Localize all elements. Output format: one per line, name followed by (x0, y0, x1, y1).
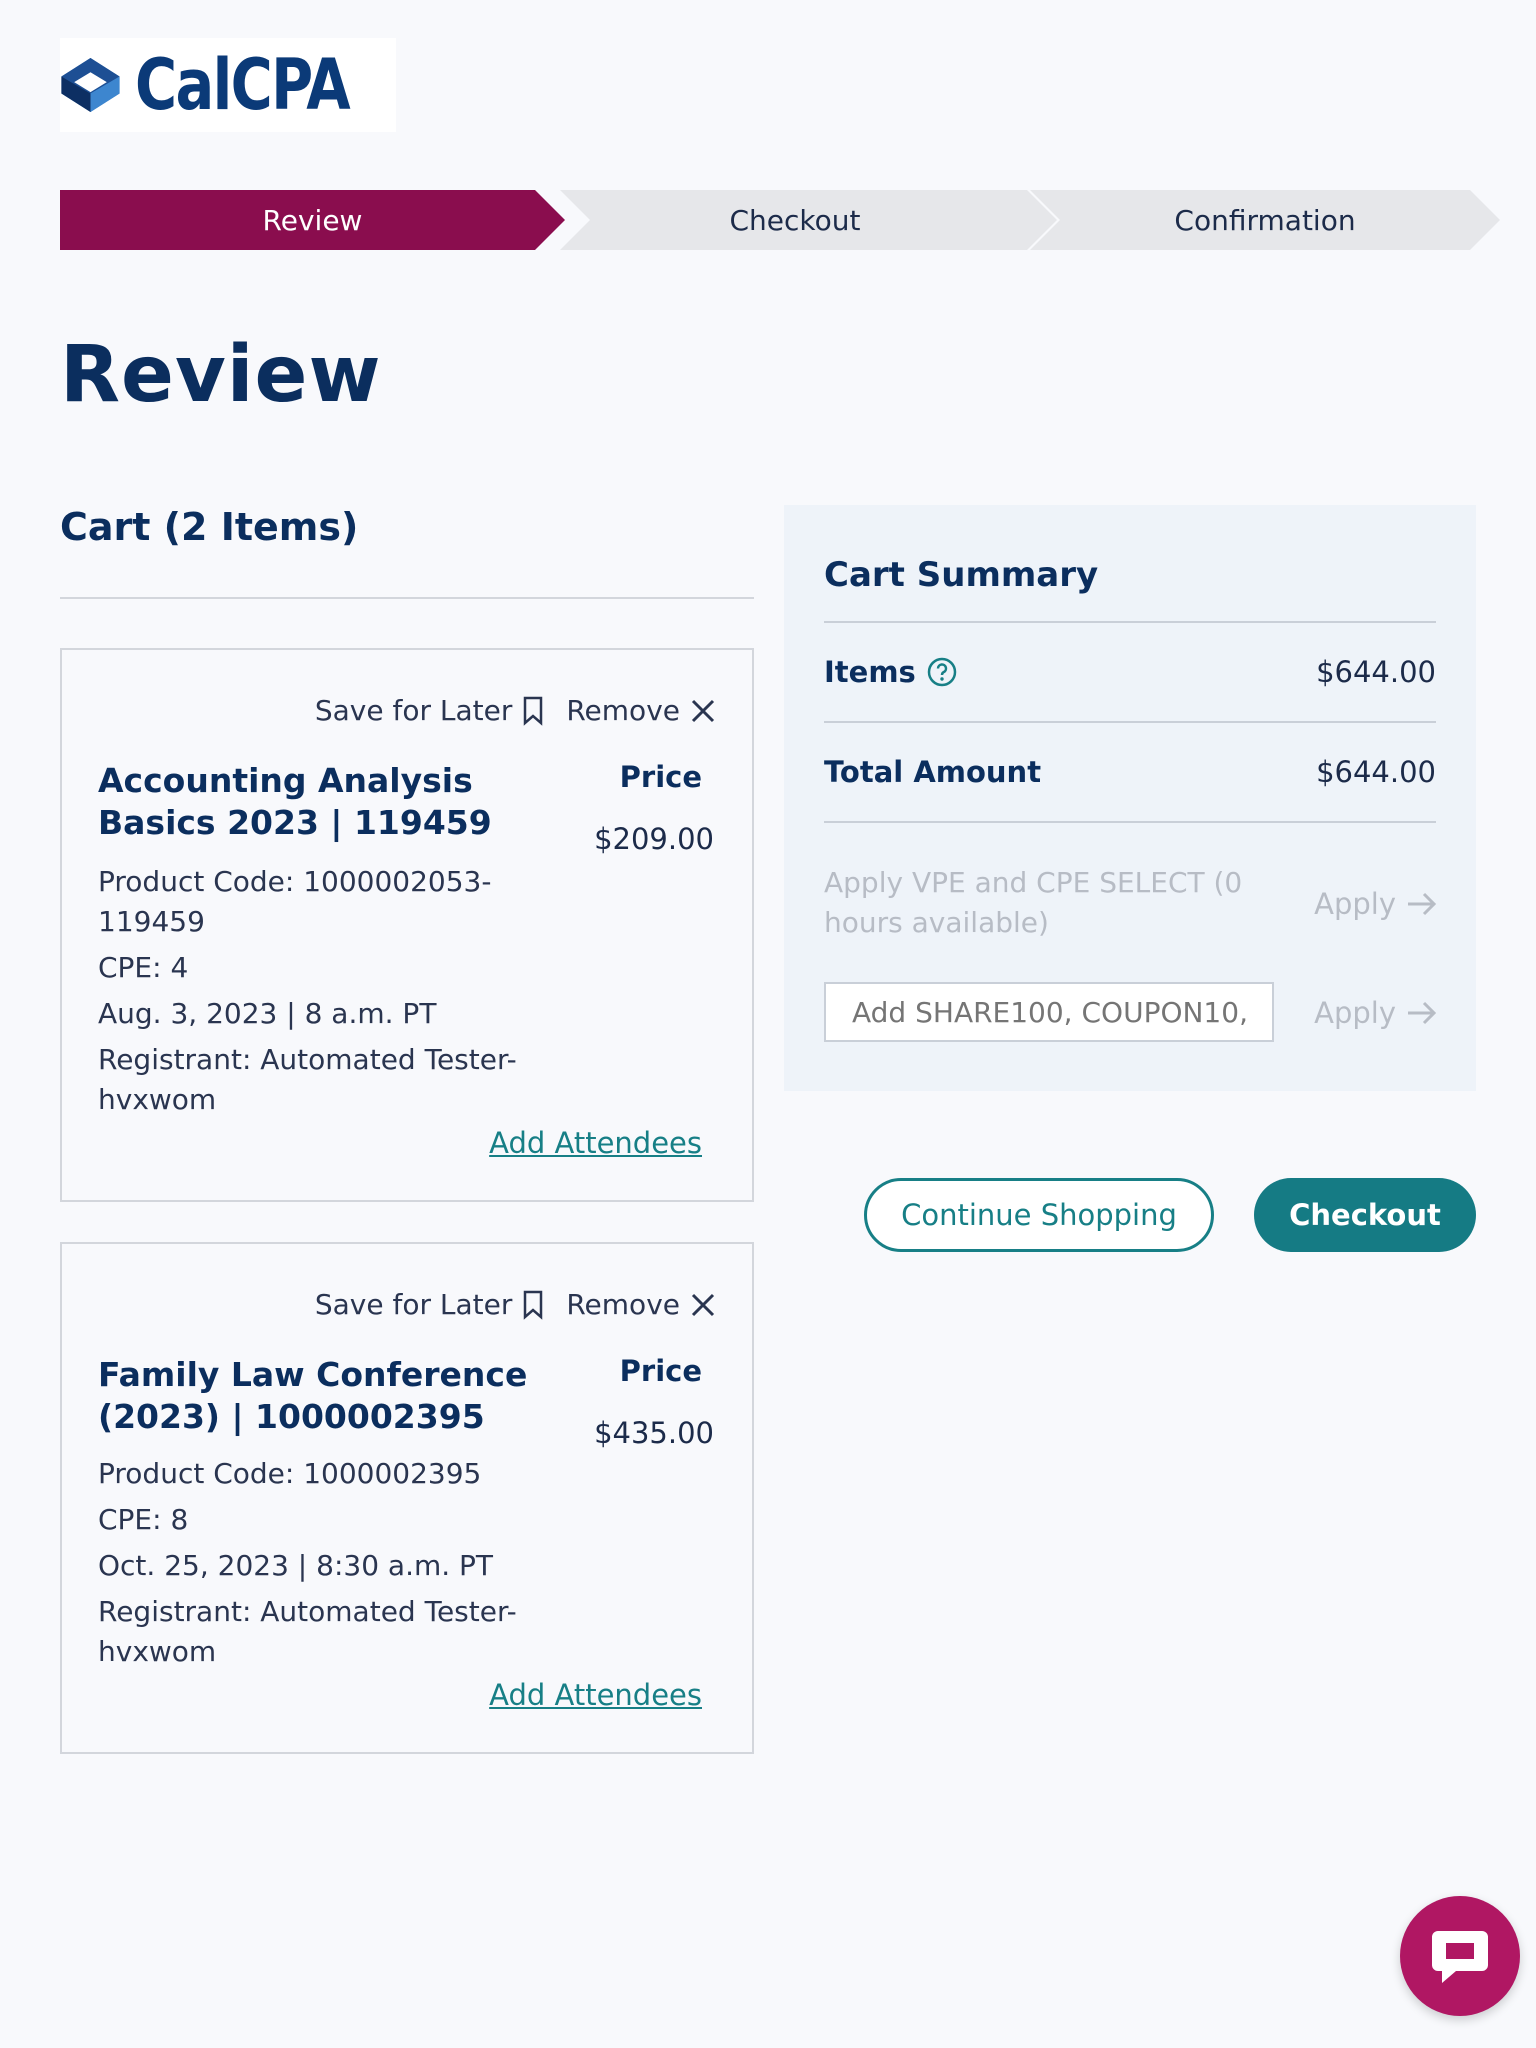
cart-summary-title: Cart Summary (824, 555, 1099, 595)
step-checkout: Checkout (560, 190, 1057, 250)
item-title: Accounting Analysis Basics 2023 | 119459 (98, 761, 492, 842)
cart-heading: Cart (2 Items) (60, 505, 359, 549)
save-for-later-label: Save for Later (314, 694, 513, 727)
event-date: Oct. 25, 2023 | 8:30 a.m. PT (98, 1549, 494, 1582)
item-price: $435.00 (594, 1416, 714, 1450)
cart-item: Save for Later Remove Accounting Analysi… (60, 648, 754, 1202)
page: CalCPA Review Checkout Confirmation Revi… (0, 0, 1536, 2048)
add-attendees-link[interactable]: Add Attendees (489, 1678, 702, 1712)
event-date: Aug. 3, 2023 | 8 a.m. PT (98, 997, 437, 1030)
remove-label: Remove (566, 1288, 680, 1321)
close-icon (691, 699, 715, 722)
remove-button[interactable]: Remove (566, 1288, 716, 1321)
items-label: Items (824, 655, 916, 689)
price-label: Price (619, 760, 702, 794)
save-for-later-button[interactable]: Save for Later (315, 1288, 545, 1321)
checkout-button[interactable]: Checkout (1254, 1178, 1476, 1252)
cart-summary: Cart Summary Items $644.00 Total Amount … (784, 505, 1476, 1091)
cpe-credits: CPE: 8 (98, 1503, 189, 1536)
continue-shopping-button[interactable]: Continue Shopping (864, 1178, 1214, 1252)
step-review-label: Review (262, 203, 363, 237)
divider (824, 621, 1436, 623)
item-actions: Save for Later Remove (315, 694, 716, 727)
page-title: Review (60, 330, 382, 420)
divider (824, 721, 1436, 723)
registrant: Registrant: Automated Tester-hvxwom (98, 1595, 517, 1668)
checkout-progress: Review Checkout Confirmation (60, 190, 1500, 250)
item-title: Family Law Conference (2023) | 100000239… (98, 1355, 528, 1436)
arrow-right-icon (1408, 1001, 1437, 1025)
item-price: $209.00 (594, 822, 714, 856)
logo-text: CalCPA (134, 44, 351, 126)
items-row: Items $644.00 (824, 655, 1436, 689)
total-row: Total Amount $644.00 (824, 755, 1436, 789)
bookmark-icon (524, 1290, 543, 1320)
total-label: Total Amount (824, 755, 1042, 789)
close-icon (691, 1293, 715, 1316)
chat-icon (1432, 1931, 1488, 1983)
calcpa-logo[interactable]: CalCPA (60, 38, 396, 132)
help-icon[interactable] (926, 656, 958, 688)
registrant: Registrant: Automated Tester-hvxwom (98, 1043, 517, 1116)
save-for-later-label: Save for Later (314, 1288, 513, 1321)
divider (60, 597, 754, 599)
item-actions: Save for Later Remove (315, 1288, 716, 1321)
apply-label: Apply (1314, 887, 1396, 921)
apply-coupon-button[interactable]: Apply (1314, 996, 1438, 1030)
total-value: $644.00 (1316, 755, 1436, 789)
remove-label: Remove (566, 694, 680, 727)
product-code: Product Code: 1000002395 (98, 1457, 482, 1490)
save-for-later-button[interactable]: Save for Later (315, 694, 545, 727)
divider (824, 821, 1436, 823)
bookmark-icon (524, 696, 543, 726)
remove-button[interactable]: Remove (566, 694, 716, 727)
chat-button[interactable] (1400, 1896, 1520, 2016)
arrow-right-icon (1408, 892, 1437, 916)
price-label: Price (619, 1354, 702, 1388)
step-confirmation: Confirmation (1030, 190, 1500, 250)
item-details: Product Code: 1000002053-119459 CPE: 4 A… (98, 862, 568, 1126)
product-code: Product Code: 1000002053-119459 (98, 865, 492, 938)
vpe-apply-text: Apply VPE and CPE SELECT (0 hours availa… (824, 866, 1243, 939)
step-checkout-label: Checkout (729, 203, 861, 237)
apply-label: Apply (1314, 996, 1396, 1030)
items-label-group: Items (824, 655, 958, 689)
add-attendees-link[interactable]: Add Attendees (489, 1126, 702, 1160)
apply-vpe-button[interactable]: Apply (1314, 887, 1438, 921)
item-details: Product Code: 1000002395 CPE: 8 Oct. 25,… (98, 1454, 568, 1678)
step-confirmation-label: Confirmation (1174, 203, 1356, 237)
cpe-credits: CPE: 4 (98, 951, 189, 984)
cart-item: Save for Later Remove Family Law Confere… (60, 1242, 754, 1754)
items-value: $644.00 (1316, 655, 1436, 689)
logo-mark-icon (61, 58, 120, 112)
coupon-input[interactable] (824, 982, 1274, 1042)
step-review: Review (60, 190, 565, 250)
